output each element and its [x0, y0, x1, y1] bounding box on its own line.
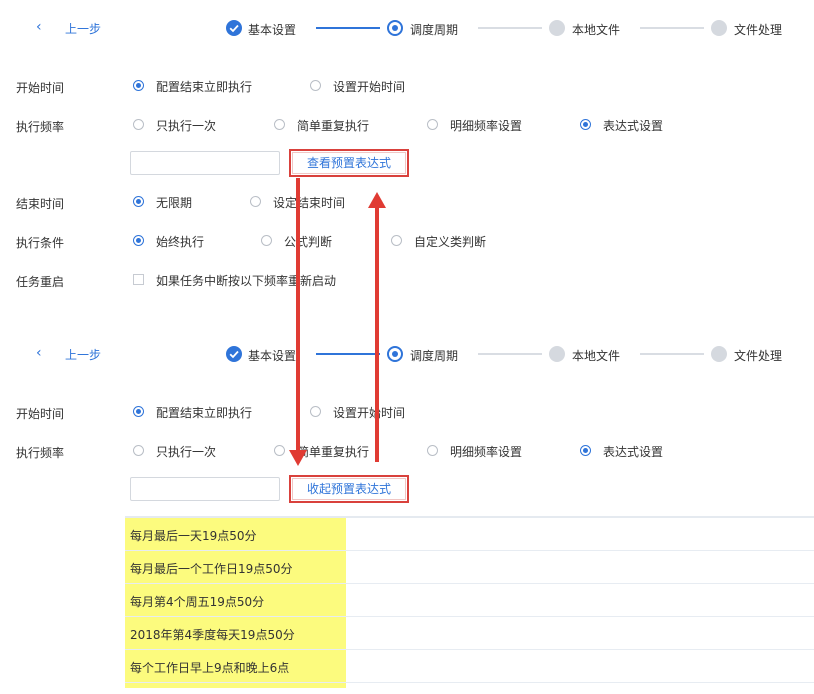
- arrow-down-annotation: [289, 178, 307, 466]
- annotation-arrows: [289, 178, 386, 466]
- arrow-up-annotation: [368, 192, 386, 462]
